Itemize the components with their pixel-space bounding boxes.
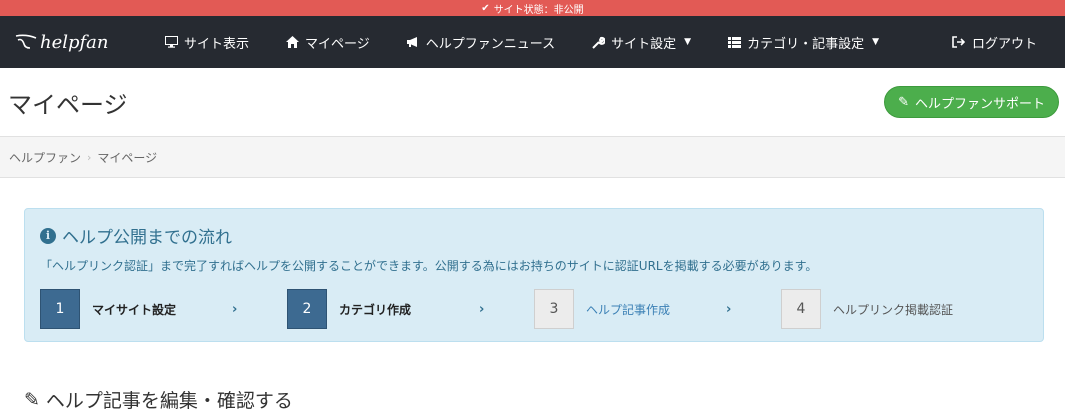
breadcrumb: ヘルプファン › マイページ <box>0 136 1065 178</box>
step-number: 4 <box>781 289 821 329</box>
site-status-bar: ✔ サイト状態：非公開 <box>0 0 1065 16</box>
chevron-right-icon: › <box>726 301 732 317</box>
nav-mypage-label: マイページ <box>305 36 370 52</box>
publish-steps: 1 マイサイト設定 › 2 カテゴリ作成 › 3 ヘルプ記事作成 › 4 ヘルプ… <box>40 289 1028 329</box>
helpfan-support-button[interactable]: ✎ ヘルプファンサポート <box>884 86 1059 118</box>
edit-articles-section-title: ✎ ヘルプ記事を編集・確認する <box>24 386 293 413</box>
nav-mypage[interactable]: マイページ <box>285 33 370 52</box>
step-label: マイサイト設定 <box>92 302 177 317</box>
nav-category-settings[interactable]: カテゴリ・記事設定 ▼ <box>727 33 879 52</box>
wrench-icon <box>591 35 605 49</box>
step-my-site-settings: 1 マイサイト設定 › <box>40 289 287 329</box>
nav-site-settings-label: サイト設定 <box>611 36 677 52</box>
logout-link[interactable]: ログアウト <box>952 33 1037 52</box>
helpfan-logo[interactable]: helpfan <box>14 32 164 53</box>
check-icon: ✔ <box>481 2 490 14</box>
monitor-icon <box>164 35 178 49</box>
logo-text: helpfan <box>40 31 109 53</box>
step-help-article-create[interactable]: 3 ヘルプ記事作成 › <box>534 289 781 329</box>
megaphone-icon <box>406 35 420 49</box>
site-status-text: サイト状態：非公開 <box>493 4 584 16</box>
nav-menu: サイト表示 マイページ ヘルプファンニュース サイト設定 ▼ カテゴリ・記事設定… <box>164 33 952 52</box>
step-number: 1 <box>40 289 80 329</box>
step-category-create: 2 カテゴリ作成 › <box>287 289 534 329</box>
chevron-right-icon: › <box>232 301 238 317</box>
pencil-icon: ✎ <box>24 388 40 411</box>
chevron-right-icon: › <box>479 301 485 317</box>
step-label-link[interactable]: ヘルプ記事作成 <box>586 301 726 318</box>
breadcrumb-item-current: マイページ <box>97 150 158 165</box>
publish-flow-panel: i ヘルプ公開までの流れ 「ヘルプリンク認証」まで完了すればヘルプを公開すること… <box>24 208 1044 342</box>
nav-news[interactable]: ヘルプファンニュース <box>406 33 555 52</box>
nav-news-label: ヘルプファンニュース <box>425 36 556 52</box>
step-label: ヘルプリンク掲載認証 <box>833 302 954 317</box>
home-icon <box>285 35 299 49</box>
nav-site-view-label: サイト表示 <box>184 36 250 52</box>
step-helplink-verify: 4 ヘルプリンク掲載認証 <box>781 289 1028 329</box>
step-number: 3 <box>534 289 574 329</box>
caret-down-icon: ▼ <box>684 37 692 47</box>
publish-flow-title: i ヘルプ公開までの流れ <box>40 223 1028 248</box>
info-circle-icon: i <box>40 227 56 244</box>
support-button-label: ヘルプファンサポート <box>914 95 1045 111</box>
nav-site-view[interactable]: サイト表示 <box>164 33 249 52</box>
pencil-icon: ✎ <box>898 94 909 109</box>
breadcrumb-item-home[interactable]: ヘルプファン <box>9 149 81 166</box>
logo-swoosh-icon <box>15 34 37 49</box>
edit-articles-title-text: ヘルプ記事を編集・確認する <box>45 390 293 412</box>
sign-out-icon <box>952 35 966 49</box>
breadcrumb-separator-icon: › <box>87 150 92 164</box>
logout-label: ログアウト <box>971 36 1037 52</box>
nav-site-settings[interactable]: サイト設定 ▼ <box>591 33 691 52</box>
caret-down-icon: ▼ <box>872 37 879 47</box>
list-icon <box>727 35 741 49</box>
publish-flow-description: 「ヘルプリンク認証」まで完了すればヘルプを公開することができます。公開する為には… <box>40 259 818 273</box>
page-title: マイページ <box>8 90 128 119</box>
top-navbar: helpfan サイト表示 マイページ ヘルプファンニュース サイト設定 ▼ カ… <box>0 16 1065 68</box>
step-number: 2 <box>287 289 327 329</box>
nav-category-settings-label: カテゴリ・記事設定 <box>747 36 865 52</box>
page-header: マイページ ✎ ヘルプファンサポート <box>0 68 1065 136</box>
publish-flow-title-text: ヘルプ公開までの流れ <box>62 228 232 248</box>
step-label: カテゴリ作成 <box>339 302 412 317</box>
